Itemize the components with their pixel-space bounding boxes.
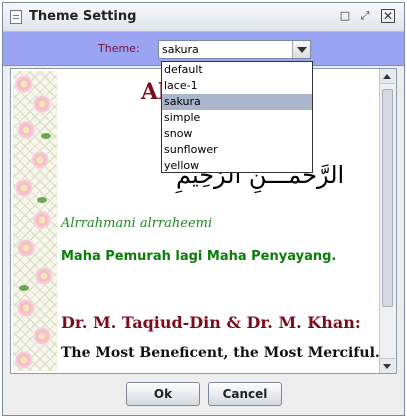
scrollbar-thumb[interactable] [382,89,393,307]
document-icon [10,10,22,24]
theme-select[interactable]: sakura [158,40,311,59]
vertical-scrollbar[interactable] [379,69,396,373]
english-translation: The Most Beneficent, the Most Merciful. [61,345,380,361]
title-bar: Theme Setting □ ⤢ ✕ [3,3,404,32]
leaf-icon [19,285,29,291]
flower-icon [17,121,35,139]
flower-icon [33,95,51,113]
flower-icon [31,151,49,169]
flower-icon [33,327,51,345]
minimize-icon[interactable]: □ [338,9,352,23]
dialog-footer: Ok Cancel [3,377,404,415]
maximize-icon[interactable]: ⤢ [358,9,372,23]
theme-setting-window: Theme Setting □ ⤢ ✕ Theme: sakura Al الر… [2,2,405,416]
theme-option-sakura[interactable]: sakura [162,94,312,110]
leaf-icon [41,133,51,139]
theme-option-snow[interactable]: snow [162,126,312,142]
theme-option-simple[interactable]: simple [162,110,312,126]
close-icon[interactable]: ✕ [381,9,395,23]
cancel-button[interactable]: Cancel [208,382,282,406]
chevron-down-icon[interactable] [292,41,310,58]
flower-icon [33,211,51,229]
flower-icon [15,75,33,93]
transliteration-text: Alrrahmani alrraheemi [61,216,213,231]
flower-icon [17,299,35,317]
flower-icon [15,351,33,369]
window-title: Theme Setting [29,9,137,24]
scroll-down-icon[interactable] [380,358,395,373]
flower-icon [35,267,53,285]
authors-heading: Dr. M. Taqiud-Din & Dr. M. Khan: [61,313,361,332]
theme-dropdown-list[interactable]: default lace-1 sakura simple snow sunflo… [161,61,313,173]
theme-option-default[interactable]: default [162,62,312,78]
ok-button[interactable]: Ok [126,382,200,406]
scroll-up-icon[interactable] [380,69,395,84]
theme-option-sunflower[interactable]: sunflower [162,142,312,158]
theme-option-yellow[interactable]: yellow [162,158,312,174]
flower-icon [17,239,35,257]
theme-label: Theme: [98,42,140,55]
floral-border [13,71,57,371]
malay-translation: Maha Pemurah lagi Maha Penyayang. [61,249,337,264]
theme-option-lace-1[interactable]: lace-1 [162,78,312,94]
theme-select-value: sakura [162,43,199,56]
leaf-icon [37,197,47,203]
flower-icon [15,179,33,197]
